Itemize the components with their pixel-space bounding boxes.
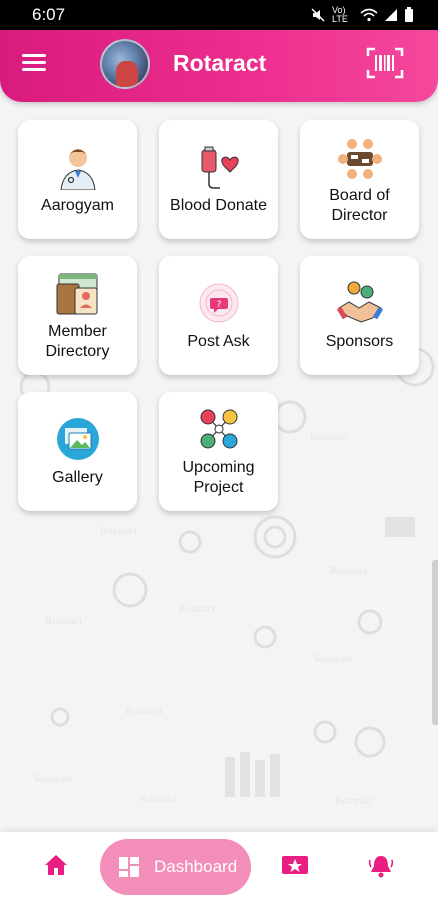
battery-icon bbox=[405, 7, 413, 22]
status-icons: Vo) LTE bbox=[310, 6, 414, 24]
tile-label: Member Directory bbox=[45, 322, 110, 360]
tile-label: Gallery bbox=[52, 468, 103, 486]
wifi-icon bbox=[360, 8, 378, 22]
tile-aarogyam[interactable]: Aarogyam bbox=[18, 120, 137, 239]
board-meeting-icon bbox=[337, 138, 382, 179]
hamburger-icon bbox=[22, 54, 46, 57]
tile-board-of-director[interactable]: Board of Director bbox=[300, 120, 419, 239]
status-bar: 6:07 Vo) LTE bbox=[0, 0, 438, 30]
tile-upcoming-project[interactable]: Upcoming Project bbox=[159, 392, 278, 511]
dashboard-label: Dashboard bbox=[154, 857, 238, 876]
app-header: Rotaract bbox=[0, 30, 438, 102]
tile-label: Sponsors bbox=[325, 332, 394, 350]
member-directory-icon bbox=[56, 273, 97, 314]
handshake-icon bbox=[336, 281, 383, 323]
tile-member-directory[interactable]: Member Directory bbox=[18, 256, 137, 375]
tile-blood-donate[interactable]: Blood Donate bbox=[159, 120, 278, 239]
svg-text:Rotaract: Rotaract bbox=[178, 603, 215, 615]
tile-label: Board of Director bbox=[329, 186, 390, 224]
tile-sponsors[interactable]: Sponsors bbox=[300, 256, 419, 375]
bottom-navigation: Dashboard bbox=[0, 832, 438, 900]
status-time: 6:07 bbox=[32, 5, 66, 24]
tile-label: Post Ask bbox=[187, 332, 250, 350]
menu-grid: Aarogyam Blood Donate Board of Director bbox=[18, 120, 422, 511]
tile-post-ask[interactable]: ? Post Ask bbox=[159, 256, 278, 375]
scrollbar[interactable] bbox=[432, 560, 438, 725]
svg-text:?: ? bbox=[216, 300, 221, 310]
tile-label: Upcoming Project bbox=[182, 458, 255, 496]
svg-text:Rotaract: Rotaract bbox=[45, 615, 82, 627]
tile-label: Blood Donate bbox=[170, 196, 267, 214]
svg-text:Rotaract: Rotaract bbox=[315, 653, 352, 665]
gallery-icon bbox=[56, 417, 99, 460]
tile-gallery[interactable]: Gallery bbox=[18, 392, 137, 511]
doctor-icon bbox=[59, 148, 96, 190]
bell-icon[interactable] bbox=[368, 854, 394, 878]
svg-text:Rotaract: Rotaract bbox=[125, 705, 162, 717]
blood-donation-icon bbox=[201, 146, 239, 189]
mute-icon bbox=[311, 8, 325, 22]
profile-avatar[interactable] bbox=[100, 39, 150, 89]
svg-text:Rotaract: Rotaract bbox=[330, 565, 367, 577]
svg-text:Rotaract: Rotaract bbox=[100, 525, 137, 537]
post-ask-icon: ? bbox=[199, 283, 238, 322]
star-ticket-icon[interactable] bbox=[281, 854, 309, 876]
signal-icon bbox=[385, 9, 397, 21]
tile-label: Aarogyam bbox=[41, 196, 114, 214]
menu-button[interactable] bbox=[22, 54, 46, 74]
dashboard-icon bbox=[119, 857, 139, 877]
svg-text:Rotaract: Rotaract bbox=[35, 773, 72, 785]
dashboard-tab[interactable]: Dashboard bbox=[100, 839, 251, 895]
barcode-scan-icon[interactable] bbox=[366, 47, 404, 79]
app-title: Rotaract bbox=[173, 50, 267, 76]
network-label: Vo) LTE bbox=[332, 5, 348, 24]
svg-text:Rotaract: Rotaract bbox=[140, 793, 177, 805]
project-network-icon bbox=[200, 409, 237, 448]
svg-text:Rotaract: Rotaract bbox=[335, 795, 372, 807]
home-icon[interactable] bbox=[44, 854, 68, 876]
